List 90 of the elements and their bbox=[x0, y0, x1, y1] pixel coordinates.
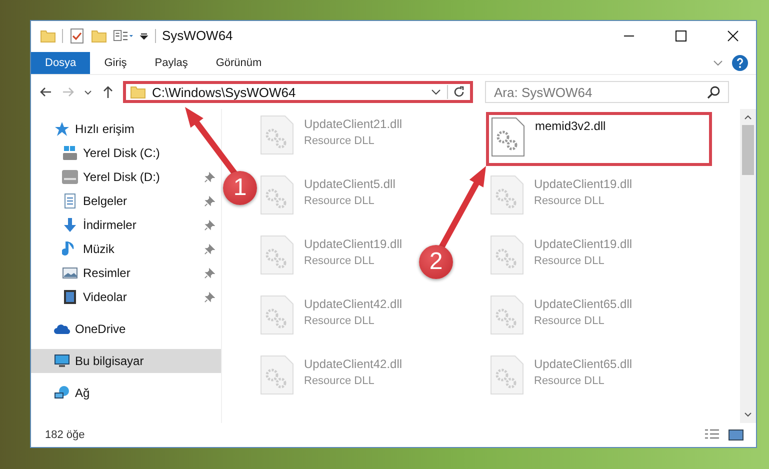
star-icon bbox=[54, 121, 70, 137]
up-arrow-icon[interactable] bbox=[101, 85, 115, 99]
gear-file-icon bbox=[490, 175, 524, 215]
file-name: UpdateClient21.dll bbox=[304, 117, 402, 131]
address-path: C:\Windows\SysWOW64 bbox=[152, 84, 296, 100]
sidebar-item[interactable]: Yerel Disk (D:) bbox=[31, 165, 221, 189]
file-type: Resource DLL bbox=[304, 195, 376, 207]
back-arrow-icon[interactable] bbox=[39, 85, 53, 99]
drive-c-icon bbox=[62, 145, 78, 161]
file-name: UpdateClient5.dll bbox=[304, 177, 396, 191]
sidebar-item[interactable]: OneDrive bbox=[31, 317, 221, 341]
file-name: UpdateClient19.dll bbox=[304, 237, 402, 251]
gear-file-icon bbox=[260, 235, 294, 275]
file-name: UpdateClient19.dll bbox=[534, 237, 632, 251]
help-icon[interactable] bbox=[732, 55, 748, 71]
gear-file-icon bbox=[260, 355, 294, 395]
computer-icon bbox=[54, 353, 70, 369]
gear-file-icon bbox=[260, 295, 294, 335]
address-dropdown-icon[interactable] bbox=[431, 87, 441, 97]
sidebar-item[interactable]: Müzik bbox=[31, 237, 221, 261]
file-name: UpdateClient65.dll bbox=[534, 297, 632, 311]
pin-icon[interactable] bbox=[204, 196, 215, 206]
scrollbar-thumb[interactable] bbox=[742, 125, 754, 175]
sidebar-label: OneDrive bbox=[75, 322, 126, 336]
file-name: UpdateClient65.dll bbox=[534, 357, 632, 371]
search-field[interactable]: Ara: SysWOW64 bbox=[485, 81, 729, 103]
file-type: Resource DLL bbox=[534, 195, 606, 207]
pin-icon[interactable] bbox=[204, 172, 215, 182]
sidebar-item[interactable]: Bu bilgisayar bbox=[31, 349, 221, 373]
sidebar-label: Resimler bbox=[83, 266, 130, 280]
customize-dropdown-icon[interactable] bbox=[139, 30, 149, 40]
pin-icon[interactable] bbox=[204, 268, 215, 278]
address-bar[interactable]: C:\Windows\SysWOW64 bbox=[123, 81, 473, 103]
download-icon bbox=[62, 217, 78, 233]
gear-file-icon bbox=[260, 175, 294, 215]
sidebar-item[interactable]: Belgeler bbox=[31, 189, 221, 213]
sidebar-label: Hızlı erişim bbox=[75, 122, 134, 136]
sidebar-label: İndirmeler bbox=[83, 218, 136, 232]
file-type: Resource DLL bbox=[534, 375, 606, 387]
ribbon-tab[interactable]: Giriş bbox=[90, 52, 141, 74]
gear-file-icon bbox=[490, 295, 524, 335]
sidebar-item[interactable]: İndirmeler bbox=[31, 213, 221, 237]
file-name: memid3v2.dll bbox=[535, 119, 606, 133]
file-name: UpdateClient19.dll bbox=[534, 177, 632, 191]
gear-file-icon bbox=[491, 117, 525, 157]
file-item[interactable]: memid3v2.dll bbox=[486, 112, 712, 166]
search-icon bbox=[707, 85, 721, 99]
sidebar-label: Belgeler bbox=[83, 194, 128, 208]
sidebar-item[interactable]: Hızlı erişim bbox=[31, 117, 221, 141]
file-type: Resource DLL bbox=[304, 135, 376, 147]
sidebar-label: Ağ bbox=[75, 386, 90, 400]
scrollbar[interactable] bbox=[740, 109, 756, 423]
ribbon-tab[interactable]: Paylaş bbox=[140, 52, 202, 74]
sidebar-item[interactable]: Videolar bbox=[31, 285, 221, 309]
sidebar-item[interactable]: Yerel Disk (C:) bbox=[31, 141, 221, 165]
ribbon-tab[interactable]: Dosya bbox=[31, 52, 90, 74]
ribbon-tab[interactable]: Görünüm bbox=[202, 52, 276, 74]
folder-icon bbox=[130, 84, 146, 100]
item-count: 182 öğe bbox=[45, 429, 85, 441]
checklist-icon[interactable] bbox=[69, 28, 85, 44]
gear-file-icon bbox=[260, 115, 294, 155]
sidebar-label: Müzik bbox=[83, 242, 114, 256]
file-type: Resource DLL bbox=[534, 315, 606, 327]
sidebar-label: Yerel Disk (C:) bbox=[83, 146, 160, 160]
file-type: Resource DLL bbox=[304, 315, 376, 327]
sidebar-label: Bu bilgisayar bbox=[75, 354, 144, 368]
file-type: Resource DLL bbox=[534, 255, 606, 267]
gear-file-icon bbox=[490, 235, 524, 275]
window-title: SysWOW64 bbox=[162, 28, 233, 43]
properties-icon[interactable] bbox=[113, 28, 133, 44]
sidebar-item[interactable]: Ağ bbox=[31, 381, 221, 405]
network-icon bbox=[54, 385, 70, 401]
maximize-icon[interactable] bbox=[674, 28, 688, 42]
gear-file-icon bbox=[490, 355, 524, 395]
pin-icon[interactable] bbox=[204, 244, 215, 254]
sidebar-label: Yerel Disk (D:) bbox=[83, 170, 160, 184]
file-name: UpdateClient42.dll bbox=[304, 297, 402, 311]
sidebar-item[interactable]: Resimler bbox=[31, 261, 221, 285]
picture-icon bbox=[62, 265, 78, 281]
document-icon bbox=[62, 193, 78, 209]
pin-icon[interactable] bbox=[204, 220, 215, 230]
pin-icon[interactable] bbox=[204, 292, 215, 302]
drive-icon bbox=[62, 169, 78, 185]
file-type: Resource DLL bbox=[304, 375, 376, 387]
large-icons-view-icon[interactable] bbox=[728, 428, 744, 442]
close-icon[interactable] bbox=[726, 28, 740, 42]
sidebar-label: Videolar bbox=[83, 290, 127, 304]
video-icon bbox=[62, 289, 78, 305]
file-name: UpdateClient42.dll bbox=[304, 357, 402, 371]
file-type: Resource DLL bbox=[304, 255, 376, 267]
